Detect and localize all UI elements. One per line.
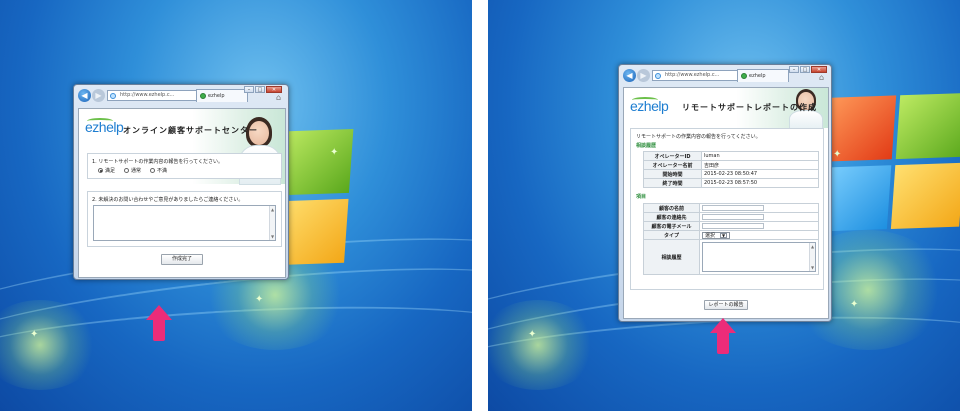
sparkle-icon: ✦ xyxy=(833,149,842,160)
window-controls: – □ ✕ xyxy=(244,86,282,93)
operator-id-value: luman xyxy=(701,151,819,161)
section-item-label: 項目 xyxy=(636,194,647,200)
desktop-left: ✦ ✦ ✦ ◀ ▶ http://www.ezhelp.c... ezhelp … xyxy=(0,0,472,411)
table-row: 終了時間 2015-02-23 08:57:50 xyxy=(643,178,819,188)
tab-title: ezhelp xyxy=(208,93,225,99)
window-controls: – □ ✕ xyxy=(789,66,827,73)
close-button[interactable]: ✕ xyxy=(811,66,827,73)
table-row: 顧客の電子メール xyxy=(643,221,819,231)
desktop-right: ✦ ✦ ✦ ◀ ▶ http://www.ezhelp.c... ezhelp … xyxy=(488,0,960,411)
table-row: オペレーターID luman xyxy=(643,151,819,161)
complete-button[interactable]: 作成完了 xyxy=(161,254,203,265)
table-row: 相談履歴 ▲ ▼ xyxy=(643,239,819,275)
customer-form-table: 顧客の名前 顧客の連絡先 顧客の電子メール タイプ 選択 ▼ 相談履歴 ▲ ▼ xyxy=(643,203,819,275)
browser-tab[interactable]: ezhelp xyxy=(737,69,789,82)
logo-arc xyxy=(87,118,113,124)
address-text: http://www.ezhelp.c... xyxy=(665,72,720,78)
type-select[interactable]: 選択 ▼ xyxy=(702,231,731,239)
browser-window: ◀ ▶ http://www.ezhelp.c... ezhelp – □ ✕ … xyxy=(73,84,289,280)
browser-window: ◀ ▶ http://www.ezhelp.c... ezhelp – □ ✕ … xyxy=(618,64,832,322)
textarea-scrollbar[interactable]: ▲ ▼ xyxy=(269,206,275,240)
radio-dissatisfied[interactable]: 不満 xyxy=(150,167,167,174)
intro-text: リモートサポートの作業内容の報告を行ってください。 xyxy=(636,134,761,140)
page-content: ezhelp オンライン顧客サポートセンター 1. リモートサポートの作業内容の… xyxy=(78,108,286,278)
sparkle-icon: ✦ xyxy=(255,294,264,305)
customer-email-input[interactable] xyxy=(702,222,764,229)
ezhelp-tab-icon xyxy=(200,93,206,99)
textarea-scrollbar[interactable]: ▲ ▼ xyxy=(809,243,815,271)
page-title: オンライン顧客サポートセンター xyxy=(123,126,258,135)
comment-textarea[interactable]: ▲ ▼ xyxy=(93,205,276,241)
forward-button[interactable]: ▶ xyxy=(637,69,650,82)
logo-pane-green xyxy=(280,129,354,196)
question-1-box: 1. リモートサポートの作業内容の報告を行ってください。 満足 通常 不満 xyxy=(87,153,282,179)
radio-normal[interactable]: 通常 xyxy=(124,167,141,174)
ie-icon xyxy=(655,73,661,79)
address-text: http://www.ezhelp.c... xyxy=(120,92,175,98)
panel-divider xyxy=(472,0,488,411)
operator-info-table: オペレーターID luman オペレーター名前 吉田彦 開始時間 2015-02-23… xyxy=(643,151,819,188)
submit-report-button[interactable]: レポートの報告 xyxy=(704,300,748,310)
end-time-value: 2015-02-23 08:57:50 xyxy=(701,178,819,188)
pink-arrow-indicator xyxy=(710,318,736,354)
ezhelp-tab-icon xyxy=(741,73,747,79)
question-1-text: 1. リモートサポートの作業内容の報告を行ってください。 xyxy=(92,159,223,165)
browser-titlebar: ◀ ▶ http://www.ezhelp.c... ezhelp – □ ✕ … xyxy=(619,65,831,85)
logo-arc xyxy=(632,97,658,103)
radio-satisfied[interactable]: 満足 xyxy=(98,167,115,174)
question-2-text: 2. 未解決のお問い合わせやご意見がありましたらご連絡ください。 xyxy=(92,197,244,203)
logo-pane-green xyxy=(895,92,960,160)
customer-contact-input[interactable] xyxy=(702,213,764,220)
windows-logo xyxy=(817,92,960,248)
satisfaction-radio-group: 満足 通常 不満 xyxy=(98,167,167,174)
table-row: 開始時間 2015-02-23 08:50:47 xyxy=(643,169,819,179)
back-button[interactable]: ◀ xyxy=(623,69,636,82)
sparkle-icon: ✦ xyxy=(528,329,537,340)
report-form: リモートサポートの作業内容の報告を行ってください。 相談履歴 オペレーターID l… xyxy=(630,128,824,290)
back-button[interactable]: ◀ xyxy=(78,89,91,102)
customer-name-input[interactable] xyxy=(702,204,764,211)
logo-pane-yellow xyxy=(890,162,960,229)
table-row: 顧客の名前 xyxy=(643,203,819,213)
minimize-button[interactable]: – xyxy=(789,66,799,73)
operator-name-value: 吉田彦 xyxy=(701,160,819,170)
close-button[interactable]: ✕ xyxy=(266,86,282,93)
pink-arrow-indicator xyxy=(146,305,172,341)
browser-tab[interactable]: ezhelp xyxy=(196,89,248,102)
history-textarea[interactable]: ▲ ▼ xyxy=(702,242,816,272)
tab-title: ezhelp xyxy=(749,73,766,79)
table-row: オペレーター名前 吉田彦 xyxy=(643,160,819,170)
sparkle-icon: ✦ xyxy=(30,329,39,340)
table-row: 顧客の連絡先 xyxy=(643,212,819,222)
maximize-button[interactable]: □ xyxy=(255,86,265,93)
sparkle-icon: ✦ xyxy=(850,299,859,310)
start-time-value: 2015-02-23 08:50:47 xyxy=(701,169,819,179)
minimize-button[interactable]: – xyxy=(244,86,254,93)
browser-titlebar: ◀ ▶ http://www.ezhelp.c... ezhelp – □ ✕ … xyxy=(74,85,288,105)
section-history-label: 相談履歴 xyxy=(636,143,657,149)
chevron-down-icon[interactable]: ▼ xyxy=(720,232,728,238)
question-2-box: 2. 未解決のお問い合わせやご意見がありましたらご連絡ください。 ▲ ▼ xyxy=(87,191,282,247)
home-icon[interactable]: ⌂ xyxy=(819,73,824,82)
page-content: ezhelp リモートサポートレポートの作成 リモートサポートの作業内容の報告を… xyxy=(623,87,829,319)
table-row: タイプ 選択 ▼ xyxy=(643,230,819,240)
forward-button[interactable]: ▶ xyxy=(92,89,105,102)
page-title: リモートサポートレポートの作成 xyxy=(682,103,817,112)
sparkle-icon: ✦ xyxy=(330,147,339,158)
maximize-button[interactable]: □ xyxy=(800,66,810,73)
home-icon[interactable]: ⌂ xyxy=(276,93,281,102)
ie-icon xyxy=(110,93,116,99)
